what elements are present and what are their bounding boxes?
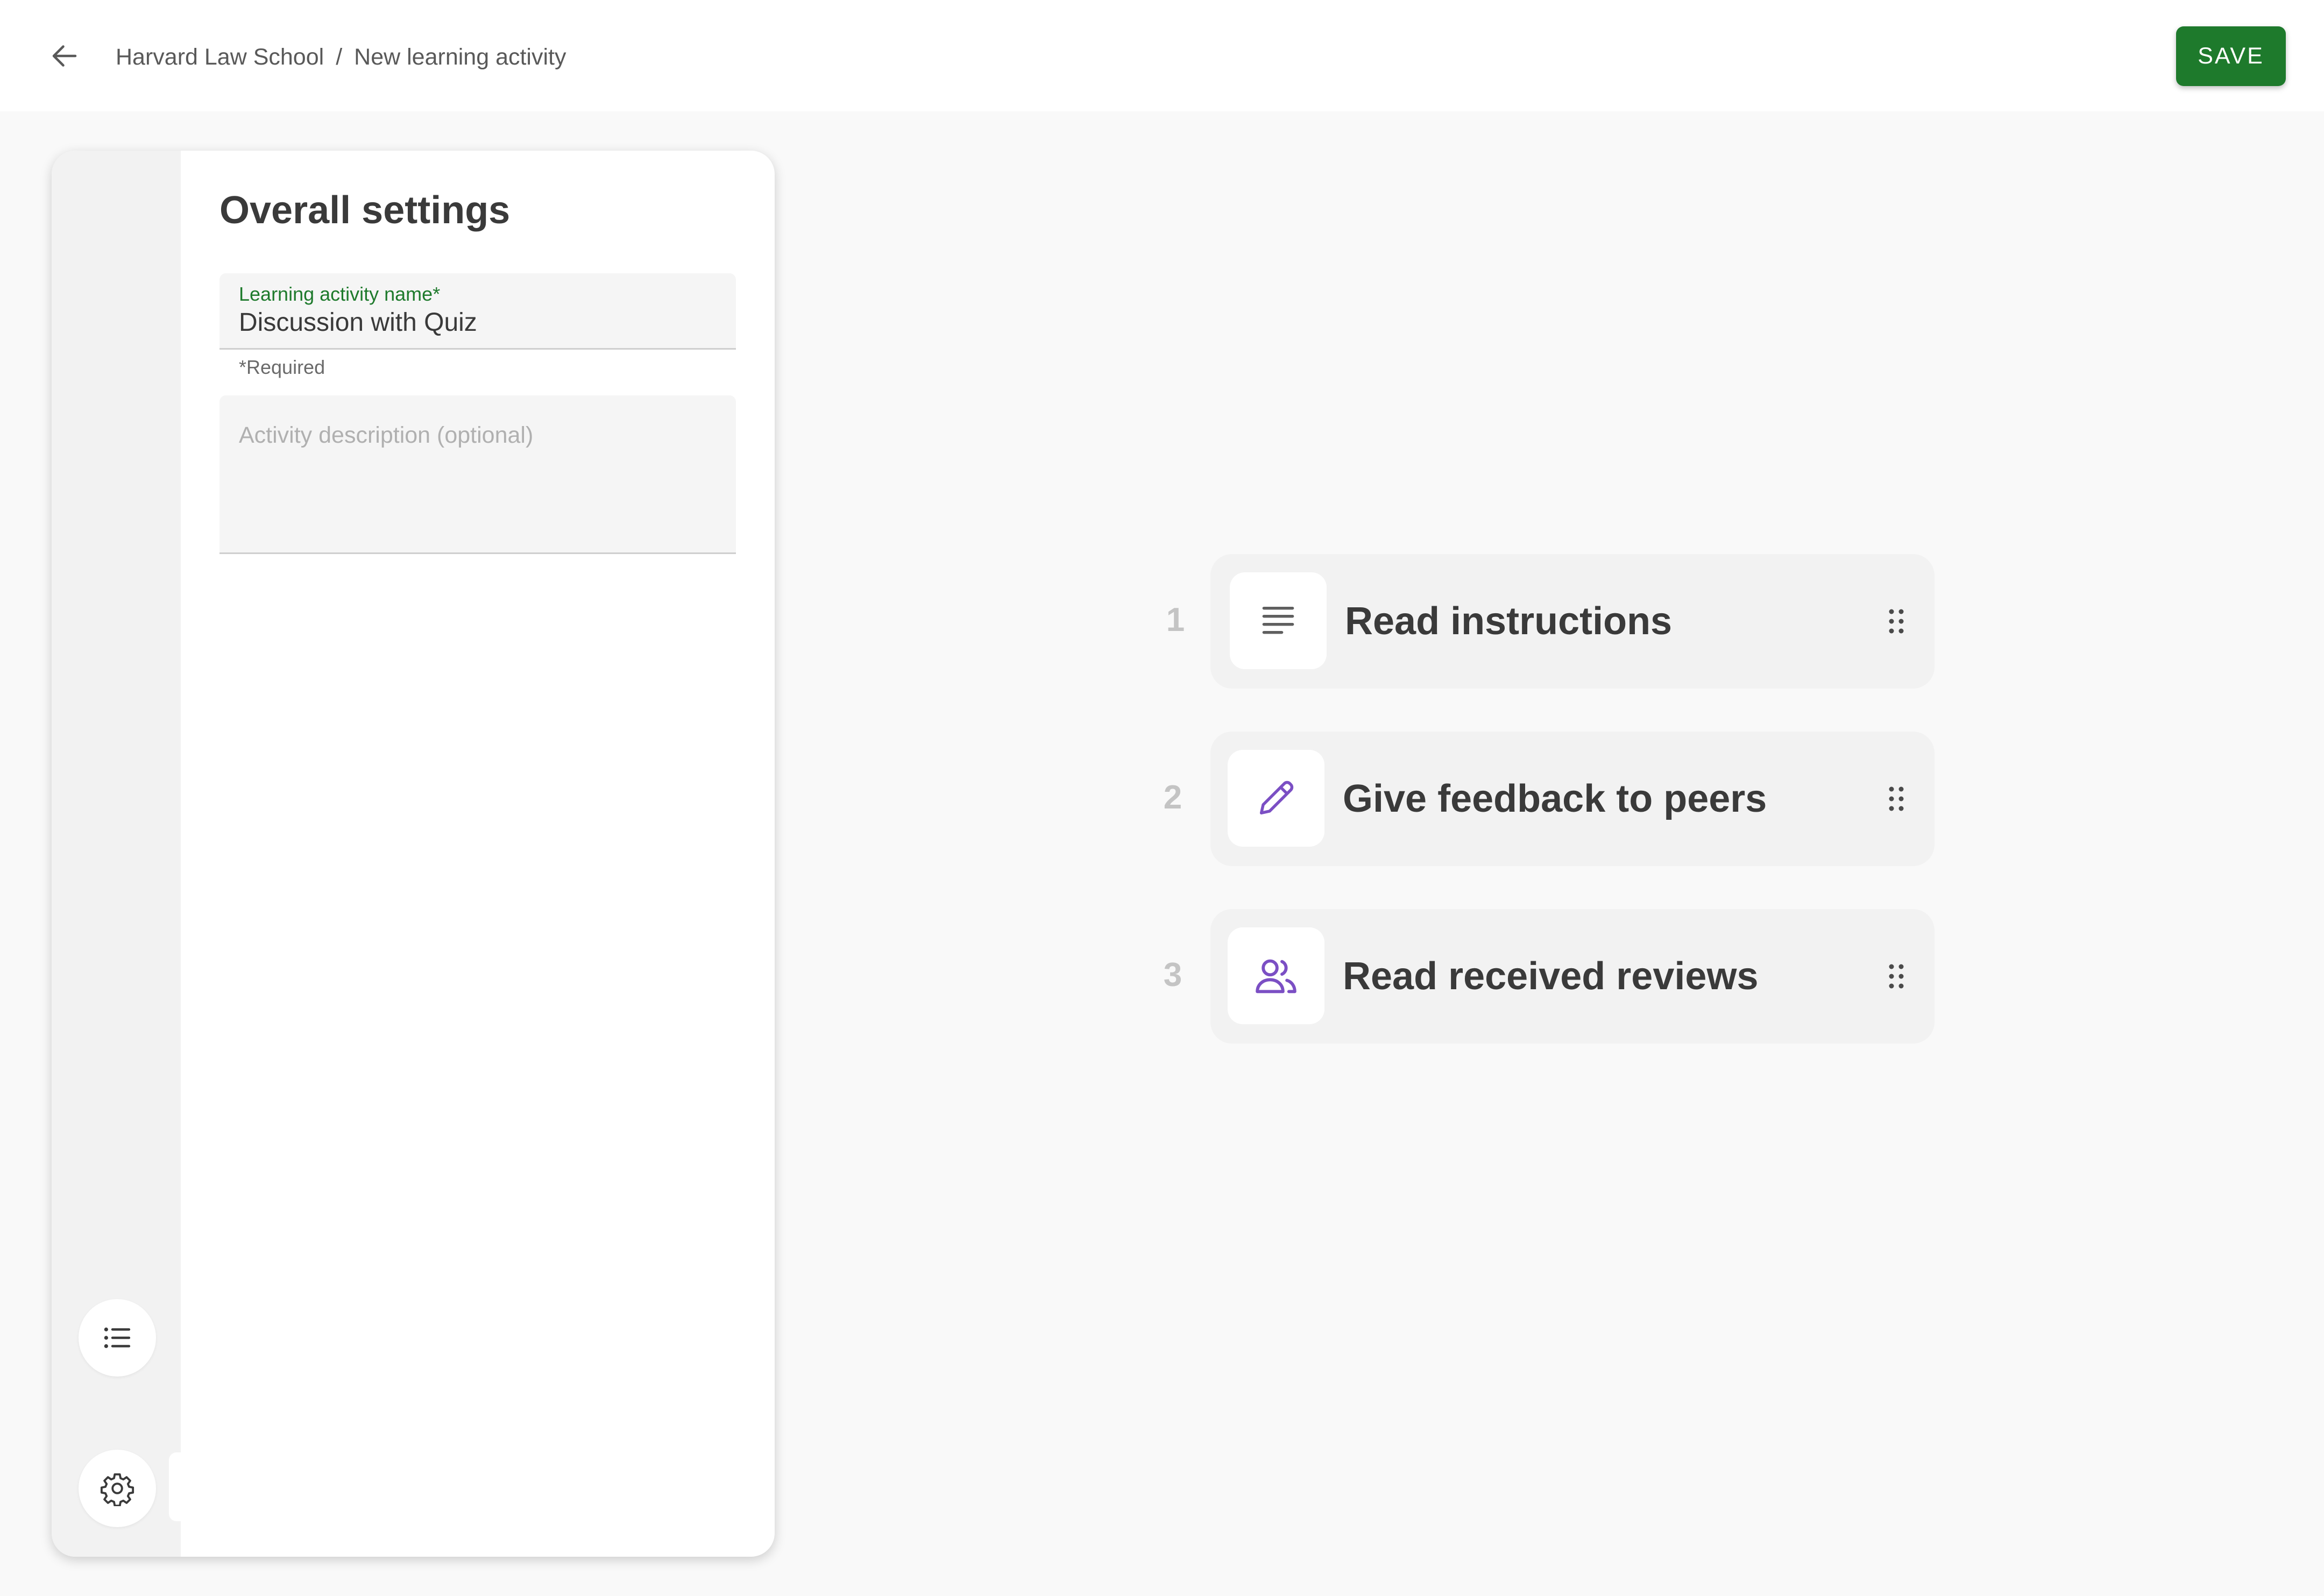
save-button[interactable]: SAVE: [2176, 26, 2286, 86]
step-card-read-reviews[interactable]: Read received reviews: [1210, 909, 1935, 1044]
active-tab-indicator: [169, 1452, 185, 1521]
overall-settings-button[interactable]: [79, 1450, 156, 1527]
step-label: Read instructions: [1345, 600, 1673, 643]
back-button[interactable]: [44, 36, 85, 76]
step-card-read-instructions[interactable]: Read instructions: [1210, 554, 1935, 689]
arrow-left-icon: [52, 45, 77, 67]
drag-handle-icon[interactable]: [1877, 957, 1915, 995]
drag-handle-icon[interactable]: [1877, 602, 1915, 640]
gear-icon: [100, 1473, 134, 1506]
activity-name-input[interactable]: Discussion with Quiz: [239, 308, 477, 337]
panel-title: Overall settings: [219, 189, 511, 232]
activity-description-placeholder: Activity description (optional): [239, 422, 534, 448]
step-number: 3: [1163, 956, 1182, 994]
list-icon: [104, 1327, 131, 1349]
step-card-give-feedback[interactable]: Give feedback to peers: [1210, 732, 1935, 866]
breadcrumb: Harvard Law School / New learning activi…: [116, 41, 566, 73]
breadcrumb-separator: /: [336, 44, 343, 70]
activity-description-field[interactable]: Activity description (optional): [219, 395, 736, 554]
breadcrumb-parent[interactable]: Harvard Law School: [116, 44, 324, 70]
step-number: 1: [1166, 601, 1185, 639]
step-icon-container: [1228, 927, 1324, 1024]
settings-panel: Overall settings Learning activity name*…: [52, 151, 775, 1557]
step-icon-container: [1230, 572, 1327, 669]
top-bar: Harvard Law School / New learning activi…: [0, 0, 2324, 111]
step-label: Read received reviews: [1343, 955, 1759, 998]
breadcrumb-current: New learning activity: [354, 44, 566, 70]
activity-name-label: Learning activity name*: [239, 283, 441, 305]
required-helper-text: *Required: [239, 356, 325, 378]
text-lines-icon: [1262, 607, 1294, 634]
steps-list-button[interactable]: [79, 1299, 156, 1377]
step-label: Give feedback to peers: [1343, 777, 1767, 820]
pencil-icon: [1259, 781, 1294, 815]
people-icon: [1256, 959, 1296, 994]
drag-handle-icon[interactable]: [1877, 780, 1915, 818]
step-number: 2: [1163, 779, 1182, 816]
activity-name-field[interactable]: Learning activity name* Discussion with …: [219, 273, 736, 350]
step-icon-container: [1228, 750, 1324, 847]
